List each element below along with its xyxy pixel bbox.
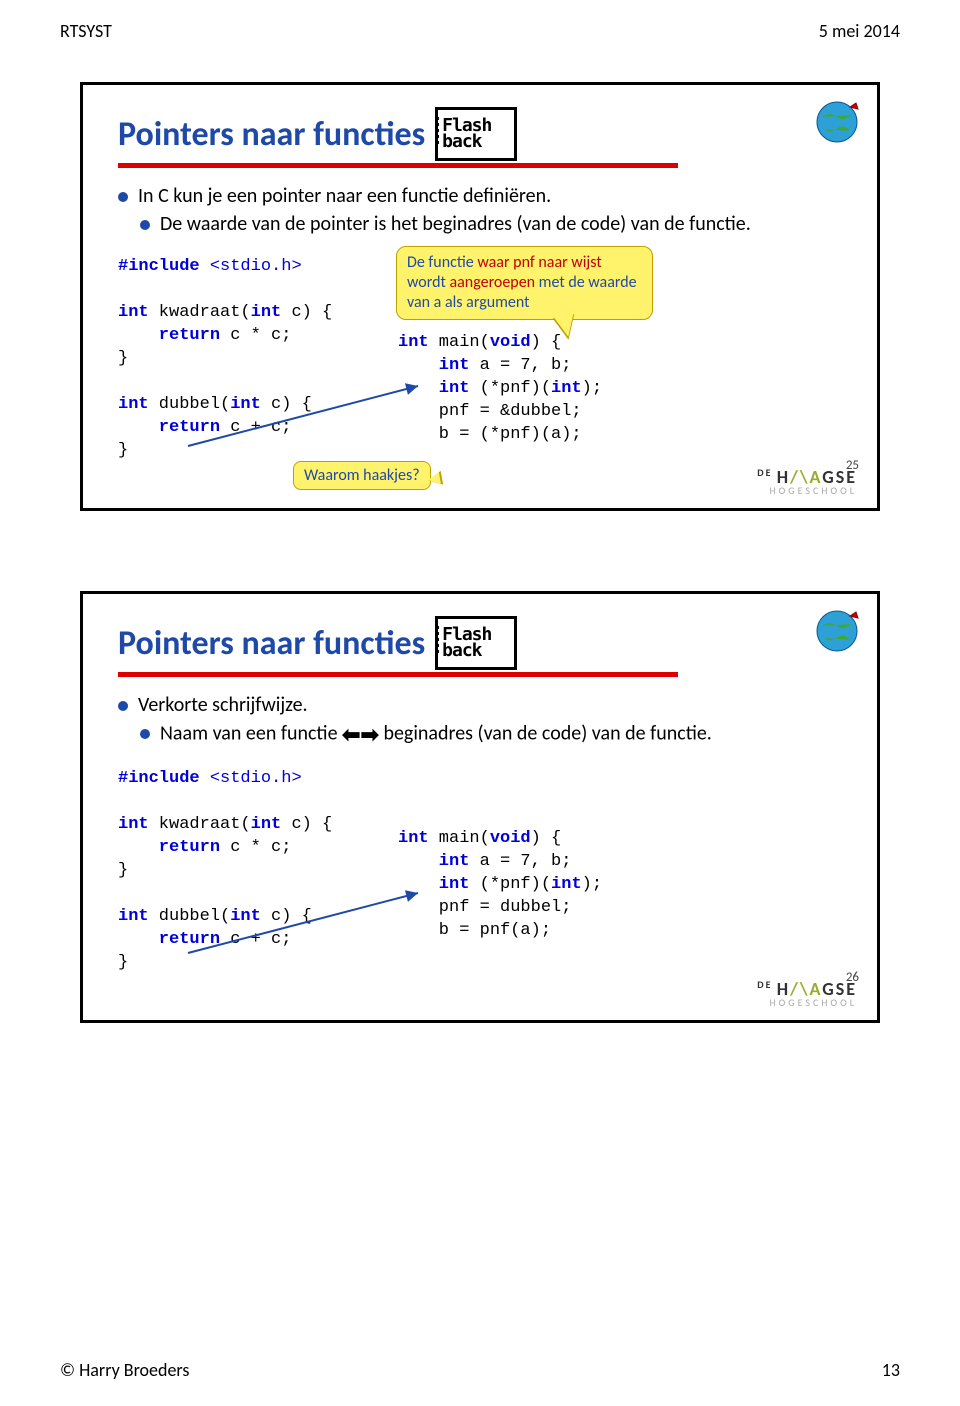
bullet-dot-icon	[140, 220, 150, 230]
header-right: 5 mei 2014	[819, 20, 900, 42]
page-header: RTSYST 5 mei 2014	[60, 20, 900, 42]
globe-icon	[812, 97, 862, 147]
left-arrow-icon: ⬅	[342, 721, 360, 748]
bullet-dot-icon	[118, 701, 128, 711]
slide-2: Pointers naar functies Flashback Verkort…	[80, 591, 880, 1023]
code-right: int main(void) { int a = 7, b; int (*pnf…	[398, 768, 847, 998]
code-left: #include <stdio.h> int kwadraat(int c) {…	[118, 256, 398, 486]
callout-tail-icon	[427, 472, 441, 486]
bullet-item: Verkorte schrijfwijze.	[118, 693, 847, 717]
footer-left: © Harry Broeders	[60, 1359, 189, 1381]
school-logo: DE H/\AGSE HOGESCHOOL	[757, 980, 857, 1008]
slide-1: Pointers naar functies Flashback In C ku…	[80, 82, 880, 511]
bullet-text: De waarde van de pointer is het beginadr…	[160, 212, 751, 236]
code-area: #include <stdio.h> int kwadraat(int c) {…	[118, 256, 847, 486]
bullet-text: Naam van een functie ⬅➡ beginadres (van …	[160, 721, 712, 748]
title-underline	[118, 672, 678, 677]
bullet-dot-icon	[118, 192, 128, 202]
header-left: RTSYST	[60, 20, 112, 42]
bullet-text: Verkorte schrijfwijze.	[138, 693, 308, 717]
globe-icon	[812, 606, 862, 656]
flashback-icon: Flashback	[435, 107, 517, 161]
callout-tail-icon	[554, 313, 578, 339]
callout-bubble: De functie waar pnf naar wijst wordt aan…	[396, 246, 653, 320]
right-arrow-icon: ➡	[360, 721, 378, 748]
footer-right: 13	[882, 1359, 900, 1381]
code-left: #include <stdio.h> int kwadraat(int c) {…	[118, 768, 398, 998]
bullet-item: Naam van een functie ⬅➡ beginadres (van …	[140, 721, 847, 748]
bullet-item: De waarde van de pointer is het beginadr…	[140, 212, 847, 236]
page-footer: © Harry Broeders 13	[60, 1359, 900, 1381]
slide-title: Pointers naar functies	[118, 623, 425, 664]
flashback-icon: Flashback	[435, 616, 517, 670]
code-area: #include <stdio.h> int kwadraat(int c) {…	[118, 768, 847, 998]
bullet-dot-icon	[140, 729, 150, 739]
bullet-item: In C kun je een pointer naar een functie…	[118, 184, 847, 208]
slide-title: Pointers naar functies	[118, 114, 425, 155]
title-underline	[118, 163, 678, 168]
school-logo: DE H/\AGSE HOGESCHOOL	[757, 468, 857, 496]
bullet-text: In C kun je een pointer naar een functie…	[138, 184, 551, 208]
callout-bubble: Waarom haakjes?	[293, 461, 431, 490]
